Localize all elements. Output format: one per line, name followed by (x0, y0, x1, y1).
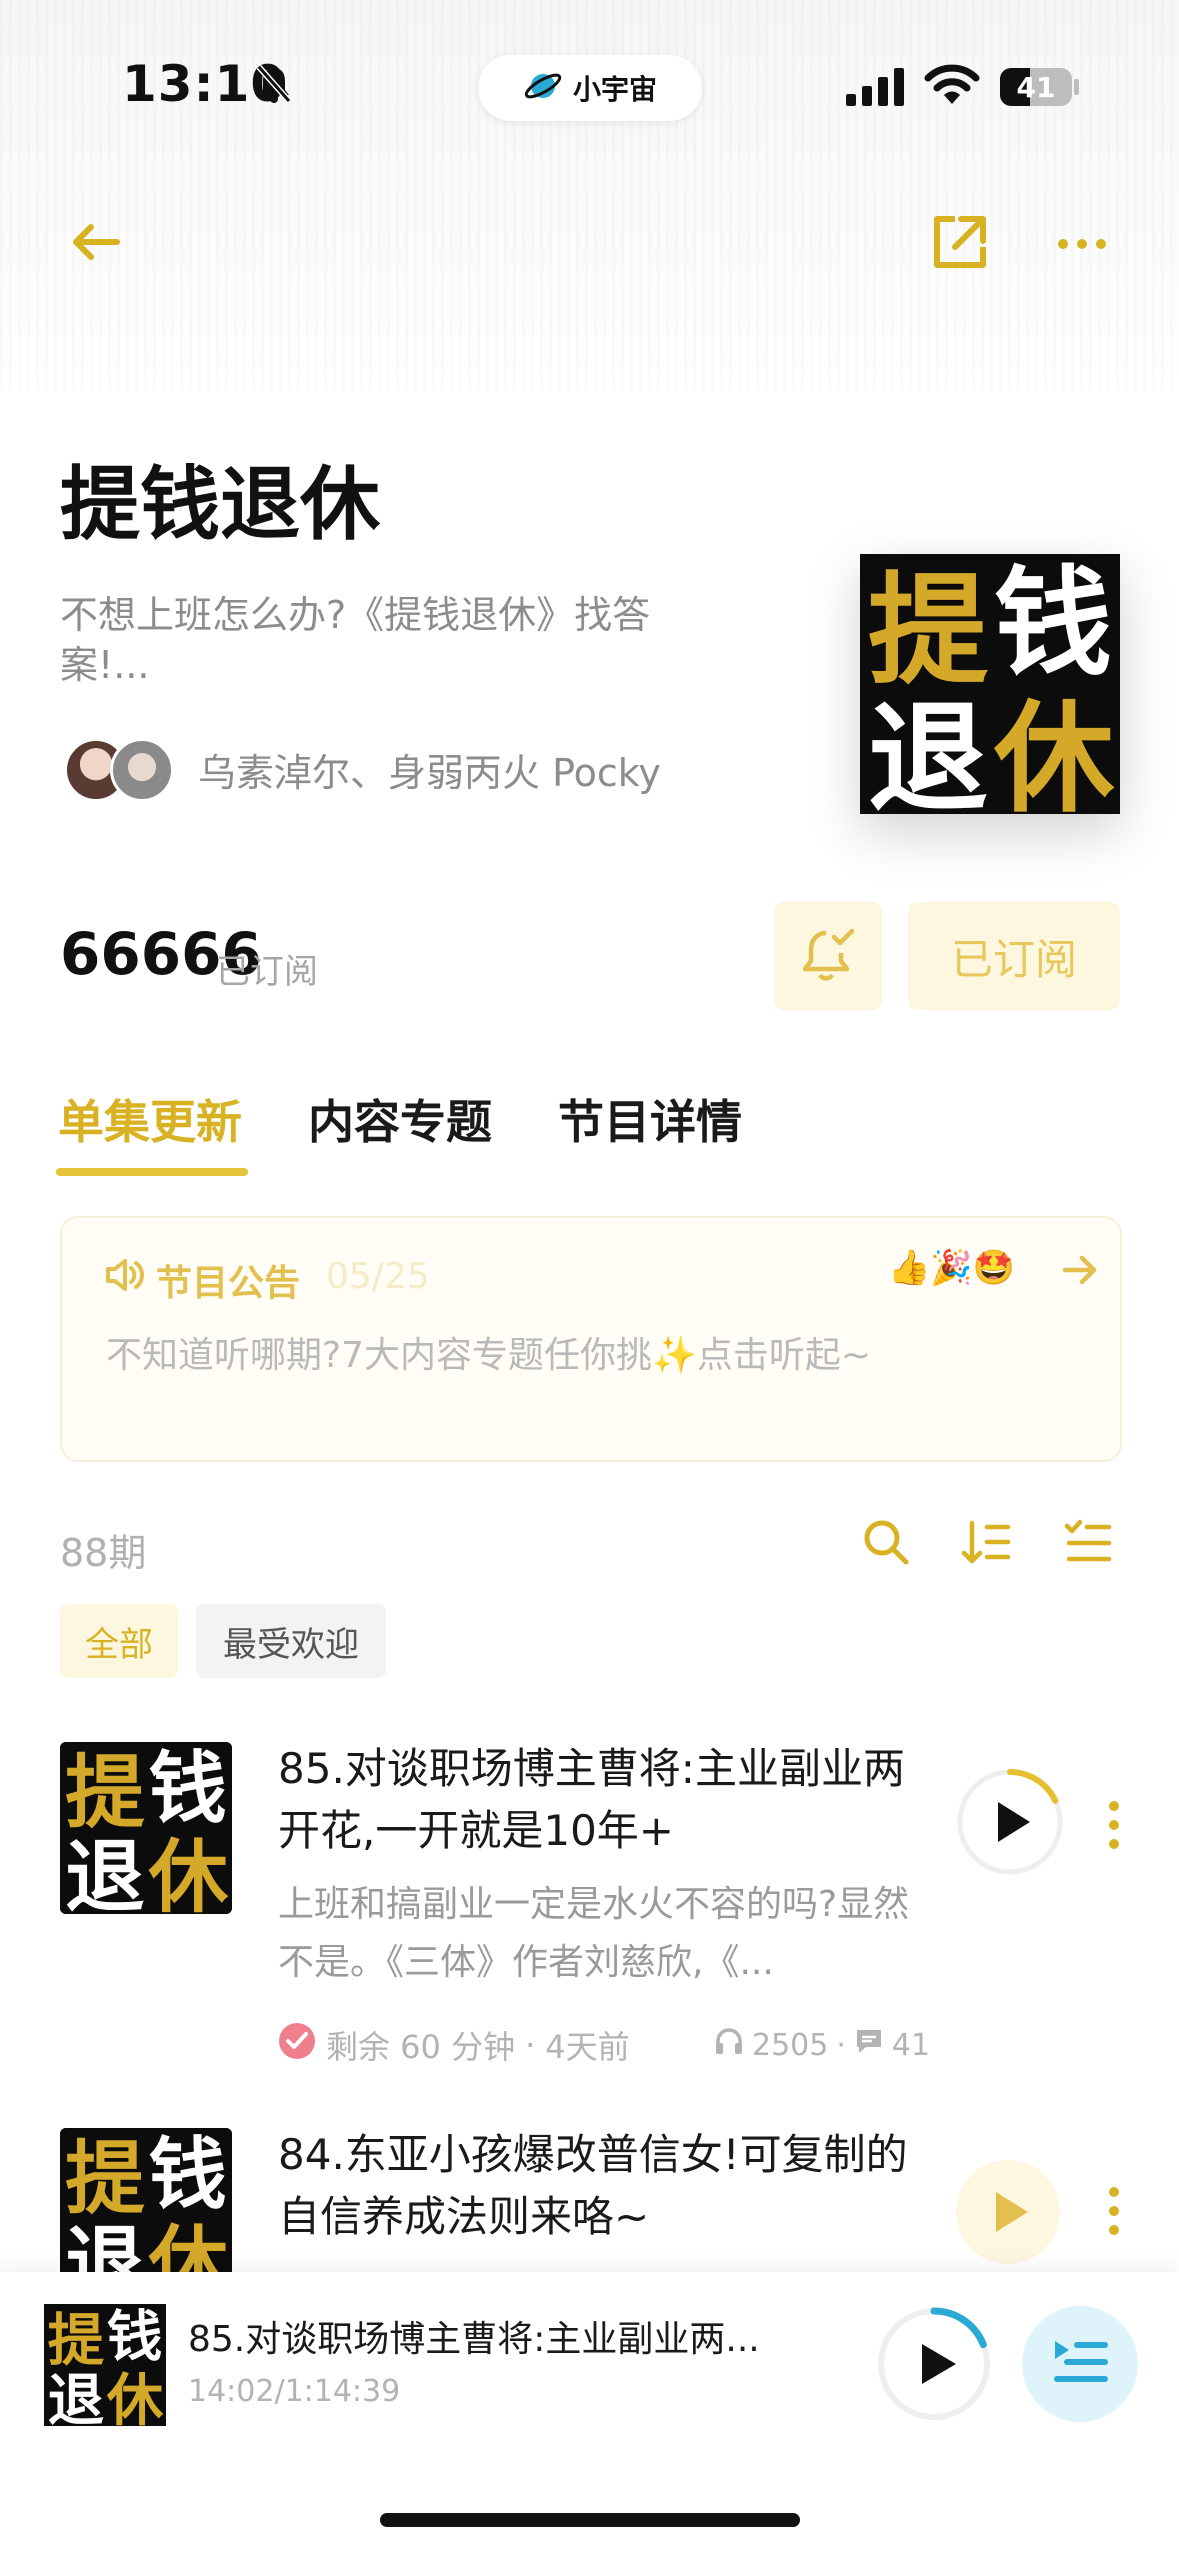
cover-art: 提 钱 退 休 (60, 2128, 232, 2272)
comment-icon (854, 2026, 884, 2064)
cover-char-4: 休 (993, 688, 1115, 814)
tab-active-indicator (56, 1168, 248, 1176)
more-horizontal-icon (1057, 235, 1107, 254)
announcement-emojis: 👍🎉🤩 (888, 1248, 1016, 1288)
episode-item[interactable]: 提 钱 退 休 84.东亚小孩爆改普信女!可复制的自信养成法则来咯~ (0, 2122, 1179, 2272)
cover-char-2: 钱 (149, 1743, 227, 1834)
cover-char-1: 提 (48, 2307, 105, 2373)
notification-button[interactable] (774, 902, 882, 1010)
sort-icon (961, 1517, 1011, 1571)
episode-play-button[interactable] (956, 2160, 1060, 2264)
cover-char-3: 退 (65, 2216, 144, 2272)
cover-char-4: 休 (148, 1830, 229, 1914)
announcement-date: 05/25 (326, 1256, 430, 1297)
sort-button[interactable] (958, 1516, 1014, 1572)
home-indicator (380, 2513, 800, 2527)
episode-summary: 上班和搞副业一定是水火不容的吗?显然不是。《三体》作者刘慈欣,《... (278, 1884, 910, 1983)
publish-age: 4天前 (545, 2028, 630, 2066)
cover-char-1: 提 (65, 2131, 145, 2225)
announcement-title: 节目公告 (156, 1263, 301, 1304)
bell-check-icon (800, 925, 856, 987)
more-vertical-icon (1106, 2187, 1122, 2240)
host-names[interactable]: 乌素淖尔、身弱丙火 Pocky (198, 742, 661, 797)
episode-more-button[interactable] (1106, 1800, 1122, 1854)
cover-char-4: 休 (148, 2216, 229, 2272)
announcement-text: 不知道听哪期?7大内容专题任你挑✨点击听起~ (106, 1335, 872, 1376)
cover-char-3: 退 (65, 1830, 144, 1914)
episode-cover: 提 钱 退 休 (60, 2128, 232, 2272)
planet-icon (523, 66, 563, 110)
playlist-button[interactable] (1022, 2306, 1138, 2422)
battery-level: 41 (1016, 70, 1056, 104)
mini-play-button[interactable] (876, 2306, 992, 2422)
tab-details[interactable]: 节目详情 (558, 1086, 742, 1152)
cover-char-1: 提 (868, 560, 988, 701)
podcast-description[interactable]: 不想上班怎么办?《提钱退休》找答案!... (60, 590, 720, 690)
announcement-card[interactable]: 节目公告 05/25 👍🎉🤩 不知道听哪期?7大内容专题任你挑✨点击听起~ (60, 1216, 1122, 1462)
cover-char-4: 休 (106, 2367, 164, 2426)
back-button[interactable] (64, 212, 128, 276)
cover-char-1: 提 (65, 1745, 145, 1839)
checklist-icon (1063, 1517, 1113, 1571)
subscriber-label: 已订阅 (216, 952, 318, 992)
brand-pill[interactable]: 小宇宙 (478, 55, 702, 121)
podcast-title: 提钱退休 (60, 458, 380, 551)
signal-icon (846, 68, 904, 110)
episode-stats: 2505 · 41 (714, 2026, 930, 2064)
meta-separator: · (836, 2027, 846, 2063)
cover-char-3: 退 (48, 2367, 104, 2426)
search-icon (861, 1517, 911, 1571)
podcast-cover: 提 钱 退 休 (860, 553, 1120, 829)
cover-char-2: 钱 (107, 2305, 162, 2370)
speaker-icon (106, 1258, 144, 1296)
tab-topics[interactable]: 内容专题 (308, 1086, 492, 1152)
cover-art: 提 钱 退 休 (60, 1742, 232, 1914)
play-progress-ring (957, 1769, 1063, 1875)
cover-char-2: 钱 (994, 554, 1112, 692)
meta-separator: · (525, 2026, 536, 2064)
episode-play-button[interactable] (956, 1768, 1064, 1876)
share-icon (931, 213, 989, 275)
episode-title: 84.东亚小孩爆改普信女!可复制的自信养成法则来咯~ (278, 2130, 908, 2241)
episode-more-button[interactable] (1106, 2186, 1122, 2240)
silent-bell-icon (256, 64, 292, 108)
avatar (110, 738, 174, 802)
check-circle-icon (278, 2022, 316, 2068)
remaining-time: 剩余 60 分钟 (326, 2028, 516, 2066)
episode-cover: 提 钱 退 休 (60, 1742, 232, 1914)
playlist-icon (1051, 2337, 1109, 2391)
filter-all[interactable]: 全部 (60, 1604, 178, 1678)
battery-tip (1074, 79, 1079, 95)
episode-item[interactable]: 提 钱 退 休 85.对谈职场博主曹将:主业副业两开花,一开就是10年+ 上班和… (0, 1738, 1179, 2078)
host-avatars[interactable] (64, 738, 176, 802)
more-button[interactable] (1050, 212, 1114, 276)
episode-title: 85.对谈职场博主曹将:主业副业两开花,一开就是10年+ (278, 1744, 905, 1855)
more-vertical-icon (1106, 1801, 1122, 1854)
search-button[interactable] (858, 1516, 914, 1572)
brand-name: 小宇宙 (572, 73, 657, 106)
now-playing-title: 85.对谈职场博主曹将:主业副业两... (188, 2319, 760, 2360)
headphones-icon (714, 2026, 744, 2064)
now-playing-cover: 提 钱 退 休 (44, 2304, 166, 2433)
batch-select-button[interactable] (1060, 1516, 1116, 1572)
now-playing-time: 14:02/1:14:39 (188, 2374, 401, 2409)
cover-char-2: 钱 (149, 2129, 227, 2220)
play-icon (996, 2192, 1028, 2232)
cover-art: 提 钱 退 休 (860, 553, 1120, 829)
cover-char-3: 退 (868, 688, 988, 814)
subscribed-button[interactable]: 已订阅 (908, 902, 1120, 1010)
play-count: 2505 (752, 2027, 829, 2063)
filter-popular[interactable]: 最受欢迎 (196, 1604, 386, 1678)
arrow-right-icon (1062, 1252, 1098, 1292)
arrow-left-icon (71, 222, 121, 266)
share-button[interactable] (926, 210, 994, 278)
mini-progress-ring (877, 2307, 991, 2421)
wifi-icon (924, 64, 980, 110)
battery-indicator: 41 (1000, 68, 1072, 106)
episode-count: 88期 (60, 1531, 147, 1575)
tab-episodes[interactable]: 单集更新 (58, 1086, 242, 1152)
cover-art: 提 钱 退 休 (44, 2304, 166, 2433)
episode-meta: 剩余 60 分钟 · 4天前 (278, 2022, 630, 2068)
comment-count: 41 (891, 2027, 931, 2063)
